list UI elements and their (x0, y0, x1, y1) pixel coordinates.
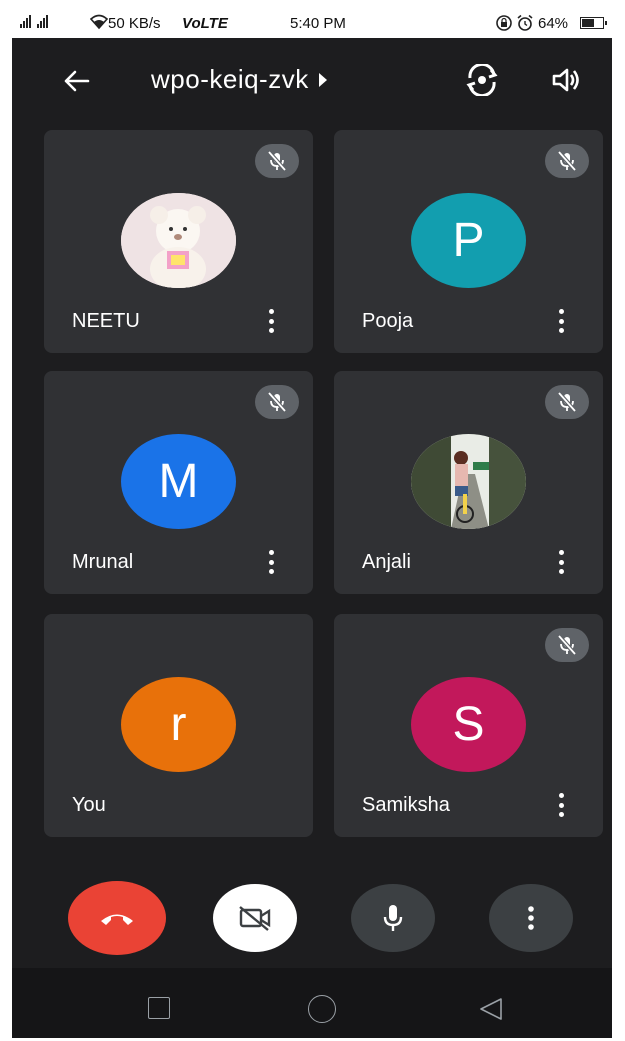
mic-off-badge (545, 385, 589, 419)
participant-tile-mrunal[interactable]: M Mrunal (44, 371, 313, 594)
mic-off-icon (557, 634, 577, 656)
participant-tile-samiksha[interactable]: S Samiksha (334, 614, 603, 837)
more-vert-icon (268, 309, 274, 314)
participant-menu-button[interactable] (551, 306, 571, 336)
participant-name: Pooja (362, 310, 414, 332)
back-button[interactable] (58, 63, 94, 99)
mic-off-icon (557, 391, 577, 413)
videocam-off-icon (239, 906, 271, 931)
participant-name: Anjali (362, 551, 411, 573)
phone-screen: 50 KB/s VoLTE 5:40 PM 64% wpo-keiq-zvk N… (12, 8, 612, 1038)
more-vert-icon (558, 550, 564, 555)
caret-right-icon (318, 72, 327, 87)
avatar-initial: r (121, 677, 236, 772)
mic-off-badge (255, 385, 299, 419)
more-vert-icon (528, 906, 534, 930)
participant-tile-anjali[interactable]: Anjali (334, 371, 603, 594)
mic-off-badge (545, 144, 589, 178)
avatar-initial: S (411, 677, 526, 772)
more-options-button[interactable] (489, 884, 573, 952)
mic-off-icon (267, 391, 287, 413)
avatar-initial: M (121, 434, 236, 529)
battery-percent: 64% (538, 15, 569, 32)
end-call-button[interactable] (68, 881, 166, 955)
participant-menu-button[interactable] (261, 547, 281, 577)
avatar-initial: P (411, 193, 526, 288)
arrow-left-icon (64, 70, 90, 92)
avatar-photo (411, 434, 526, 529)
system-nav-bar (12, 968, 612, 1038)
signal-bars-icon (20, 15, 48, 28)
more-vert-icon (268, 550, 274, 555)
wifi-icon (90, 14, 108, 30)
call-end-icon (101, 914, 133, 925)
camera-toggle-button[interactable] (213, 884, 297, 952)
speaker-button[interactable] (546, 60, 586, 100)
participant-name: NEETU (72, 310, 140, 332)
participant-menu-button[interactable] (551, 790, 571, 820)
participant-menu-button[interactable] (551, 547, 571, 577)
status-time: 5:40 PM (290, 15, 346, 32)
volume-icon (552, 68, 579, 92)
mic-off-badge (255, 144, 299, 178)
home-circle-icon[interactable] (308, 995, 336, 1023)
alarm-icon (517, 14, 533, 31)
mic-off-icon (557, 150, 577, 172)
participant-menu-button[interactable] (261, 306, 281, 336)
switch-camera-button[interactable] (462, 60, 502, 100)
rotation-lock-icon (496, 15, 512, 31)
recents-square-icon[interactable] (148, 997, 170, 1019)
back-triangle-icon[interactable] (478, 996, 504, 1022)
participant-name: You (72, 794, 106, 816)
battery-icon (580, 17, 607, 29)
more-vert-icon (558, 309, 564, 314)
participant-name: Samiksha (362, 794, 450, 816)
participant-name: Mrunal (72, 551, 134, 573)
mic-toggle-button[interactable] (351, 884, 435, 952)
meeting-title[interactable]: wpo-keiq-zvk (151, 64, 327, 95)
avatar-photo (121, 193, 236, 288)
participant-tile-you[interactable]: r You (44, 614, 313, 837)
status-bar: 50 KB/s VoLTE 5:40 PM 64% (12, 8, 612, 38)
teddy-bear-photo (121, 193, 236, 288)
mic-icon (383, 905, 403, 931)
network-type: VoLTE (182, 15, 228, 32)
participant-tile-neetu[interactable]: NEETU (44, 130, 313, 353)
participant-tile-pooja[interactable]: P Pooja (334, 130, 603, 353)
network-speed: 50 KB/s (108, 15, 161, 32)
switch-camera-icon (466, 64, 498, 96)
more-vert-icon (558, 793, 564, 798)
meeting-code: wpo-keiq-zvk (151, 64, 309, 94)
girl-bicycle-photo (411, 434, 526, 529)
mic-off-icon (267, 150, 287, 172)
mic-off-badge (545, 628, 589, 662)
